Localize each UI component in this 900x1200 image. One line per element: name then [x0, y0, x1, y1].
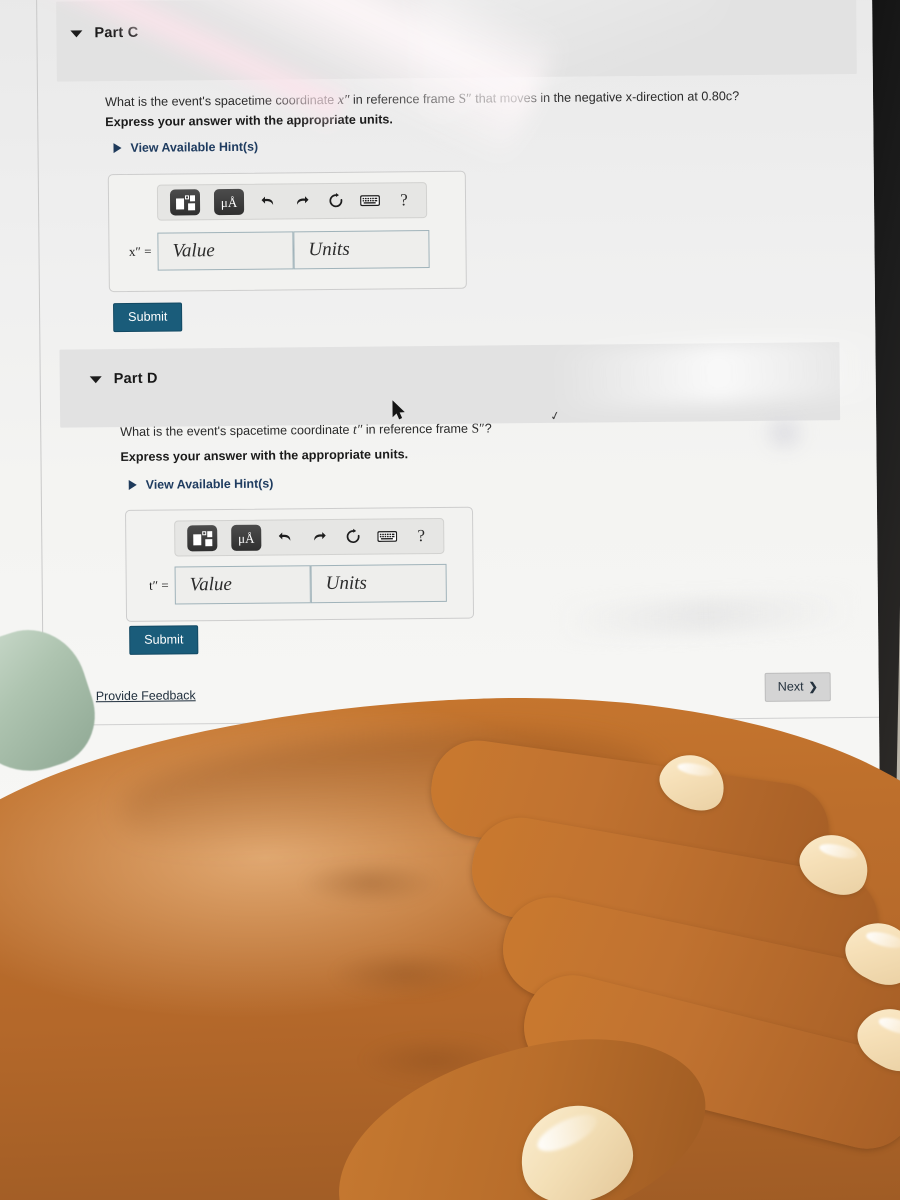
collapse-caret-icon[interactable]	[89, 375, 102, 383]
undo-arrow-icon[interactable]	[258, 191, 278, 211]
part-c-question-frame: S″	[458, 90, 472, 106]
expand-caret-icon[interactable]	[128, 479, 137, 490]
part-d-view-hints-link[interactable]: View Available Hint(s)	[128, 476, 274, 492]
part-c-variable-label: x″ =	[128, 243, 152, 259]
part-c-math-toolbar: μÅ ?	[156, 182, 428, 221]
provide-feedback-link[interactable]: Provide Feedback	[96, 688, 196, 703]
knuckle-crease-2	[330, 950, 480, 998]
part-d-answer-box: μÅ ? t″ = Value Units	[124, 506, 475, 622]
redo-arrow-icon[interactable]	[292, 191, 312, 211]
part-d-variable-label: t″ =	[149, 577, 169, 593]
part-d-question-frame: S″	[471, 420, 485, 436]
chevron-right-icon: ❯	[808, 680, 818, 693]
question-mark-icon[interactable]: ?	[411, 526, 431, 546]
part-c-header-band	[56, 0, 857, 82]
photo-of-laptop-screen: Part C What is the event's spacetime coo…	[0, 0, 900, 1200]
part-c-question-variable: x″	[337, 91, 350, 107]
part-d-question-variable: t″	[352, 421, 363, 437]
part-d-units-input[interactable]: Units	[310, 563, 447, 604]
micro-angstrom-units-icon[interactable]: μÅ	[213, 188, 245, 216]
part-d-hint-label: View Available Hint(s)	[145, 476, 274, 492]
part-d-title: Part D	[113, 370, 158, 388]
help-label: ?	[400, 190, 408, 210]
part-d-submit-button[interactable]: Submit	[129, 625, 199, 655]
reset-circle-icon[interactable]	[343, 527, 363, 547]
part-c-header[interactable]: Part C	[70, 25, 138, 42]
part-d-header[interactable]: Part D	[89, 370, 158, 388]
redo-arrow-icon[interactable]	[309, 527, 329, 547]
question-mark-icon[interactable]: ?	[394, 190, 414, 210]
part-c-value-input[interactable]: Value	[157, 231, 294, 271]
part-c-title: Part C	[94, 24, 139, 42]
units-icon-label: μÅ	[238, 530, 255, 546]
mouse-cursor-icon	[392, 400, 405, 420]
reset-circle-icon[interactable]	[326, 191, 346, 211]
help-label: ?	[417, 526, 426, 546]
part-d-value-input[interactable]: Value	[174, 565, 311, 605]
math-template-icon[interactable]	[187, 525, 218, 552]
part-c-units-input[interactable]: Units	[293, 230, 430, 270]
part-c-answer-box: μÅ ? x″ = Value Units	[107, 170, 467, 293]
keyboard-icon[interactable]	[360, 191, 380, 211]
math-template-icon[interactable]	[169, 189, 201, 216]
part-c-instruction: Express your answer with the appropriate…	[105, 112, 393, 130]
micro-angstrom-units-icon[interactable]: μÅ	[231, 524, 262, 551]
part-c-submit-button[interactable]: Submit	[113, 302, 183, 333]
keyboard-icon[interactable]	[377, 526, 398, 546]
part-d-header-band	[59, 342, 841, 428]
undo-arrow-icon[interactable]	[275, 527, 295, 547]
expand-caret-icon[interactable]	[113, 142, 122, 154]
part-c-field-row: x″ = Value Units	[115, 230, 430, 271]
next-button-label: Next	[777, 679, 804, 694]
units-icon-label: μÅ	[220, 194, 238, 210]
part-d-field-row: t″ = Value Units	[133, 563, 447, 605]
next-button[interactable]: Next ❯	[764, 672, 831, 702]
part-c-view-hints-link[interactable]: View Available Hint(s)	[113, 140, 258, 155]
part-d-math-toolbar: μÅ ?	[174, 517, 445, 557]
part-d-instruction: Express your answer with the appropriate…	[120, 447, 409, 465]
knuckle-crease-1	[300, 860, 440, 906]
collapse-caret-icon[interactable]	[70, 29, 83, 37]
part-c-hint-label: View Available Hint(s)	[130, 139, 259, 155]
